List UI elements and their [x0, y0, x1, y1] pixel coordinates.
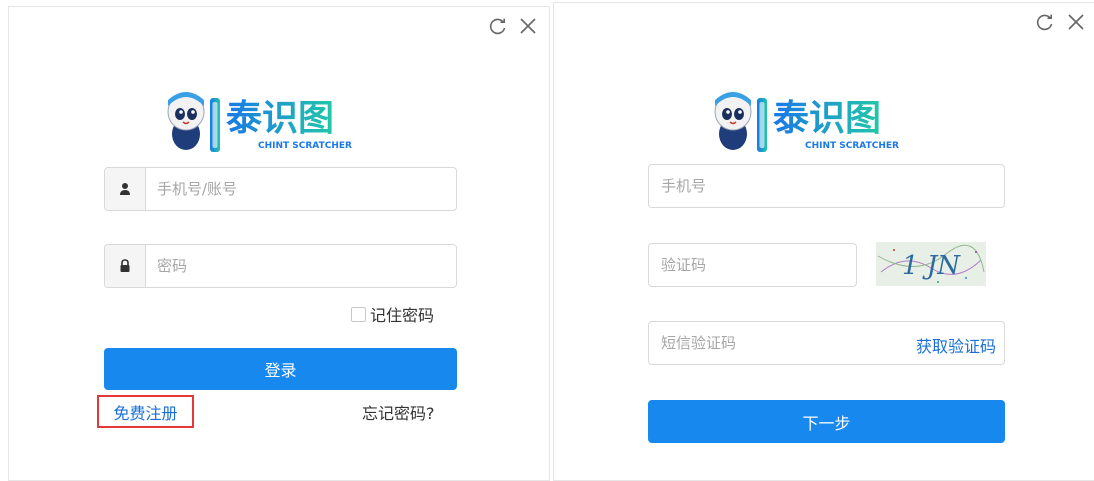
- refresh-icon[interactable]: [488, 16, 508, 36]
- mascot-icon: [167, 92, 220, 152]
- refresh-icon[interactable]: [1035, 12, 1055, 32]
- phone-field: [648, 164, 1005, 208]
- password-field: [104, 244, 457, 288]
- phone-input[interactable]: [659, 165, 993, 207]
- captcha-image[interactable]: 1 JN: [876, 242, 986, 286]
- logo-subtitle: CHINT SCRATCHER: [805, 141, 899, 151]
- get-code-link[interactable]: 获取验证码: [916, 333, 996, 357]
- sms-input[interactable]: [659, 322, 883, 364]
- app-logo: 泰识图 CHINT SCRATCHER: [156, 84, 396, 156]
- app-logo: 泰识图 CHINT SCRATCHER: [703, 84, 943, 156]
- mascot-icon: [714, 92, 767, 152]
- remember-label: 记住密码: [370, 306, 435, 325]
- remember-checkbox[interactable]: [351, 306, 366, 322]
- close-icon[interactable]: [518, 16, 538, 36]
- captcha-text: 1 JN: [902, 251, 961, 281]
- lock-icon: [105, 245, 146, 287]
- username-field: [104, 167, 457, 211]
- sms-field: 获取验证码: [648, 321, 1005, 365]
- user-icon: [105, 168, 146, 210]
- next-button[interactable]: 下一步: [648, 400, 1005, 443]
- logo-title: 泰识图: [773, 98, 881, 139]
- captcha-field: [648, 243, 857, 287]
- logo-subtitle: CHINT SCRATCHER: [258, 141, 352, 151]
- login-button[interactable]: 登录: [104, 348, 457, 390]
- forgot-password-link[interactable]: 忘记密码?: [362, 400, 435, 424]
- register-label: 免费注册: [113, 403, 178, 423]
- remember-password[interactable]: 记住密码: [351, 302, 434, 326]
- logo-title: 泰识图: [226, 98, 334, 139]
- close-icon[interactable]: [1066, 12, 1086, 32]
- captcha-input[interactable]: [659, 244, 853, 286]
- username-input[interactable]: [155, 168, 449, 210]
- password-input[interactable]: [155, 245, 449, 287]
- register-link[interactable]: 免费注册: [97, 395, 194, 428]
